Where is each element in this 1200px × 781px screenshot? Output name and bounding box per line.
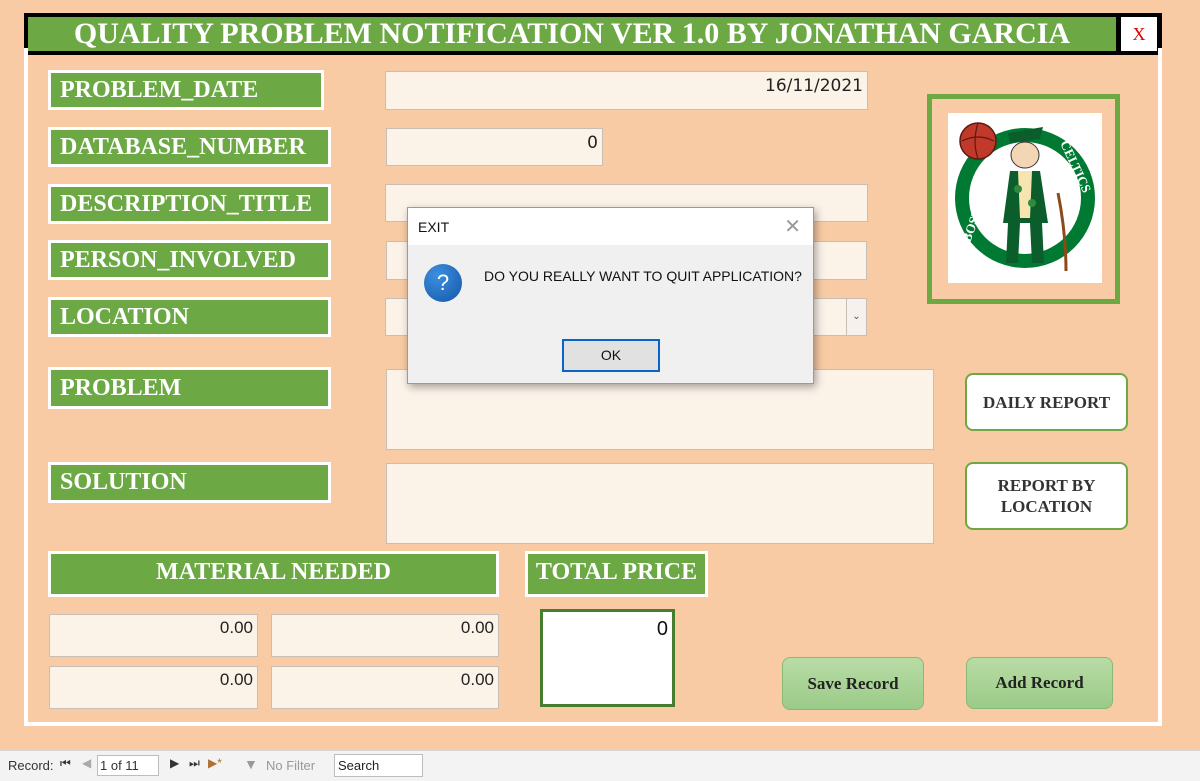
total-price-field[interactable]: 0 <box>540 609 675 707</box>
ok-button[interactable]: OK <box>562 339 660 372</box>
person-involved-label: PERSON_INVOLVED <box>48 240 331 280</box>
solution-label: SOLUTION <box>48 462 331 503</box>
material-field-4[interactable]: 0.00 <box>271 666 499 709</box>
save-record-button[interactable]: Save Record <box>782 657 924 710</box>
problem-date-label: PROBLEM_DATE <box>48 70 324 110</box>
no-filter-indicator[interactable]: No Filter <box>266 758 315 773</box>
material-field-2[interactable]: 0.00 <box>271 614 499 657</box>
material-needed-label: MATERIAL NEEDED <box>48 551 499 597</box>
report-by-location-button[interactable]: REPORT BY LOCATION <box>965 462 1128 530</box>
dialog-close-icon[interactable]: ✕ <box>784 214 801 239</box>
dialog-titlebar: EXIT ✕ <box>408 208 813 245</box>
material-field-1[interactable]: 0.00 <box>49 614 258 657</box>
record-label: Record: <box>8 758 54 773</box>
location-label: LOCATION <box>48 297 331 337</box>
new-record-icon[interactable]: ▶* <box>208 756 222 770</box>
total-price-label: TOTAL PRICE <box>525 551 708 597</box>
database-number-field[interactable]: 0 <box>386 128 603 166</box>
question-icon: ? <box>424 264 462 302</box>
next-record-icon[interactable]: ▶ <box>170 756 179 770</box>
record-position-input[interactable]: 1 of 11 <box>97 755 159 776</box>
celtics-logo: BOSTON CELTICS <box>948 113 1102 283</box>
exit-dialog: EXIT ✕ ? DO YOU REALLY WANT TO QUIT APPL… <box>407 207 814 384</box>
last-record-icon[interactable]: ⏭ <box>189 756 200 771</box>
dialog-message: DO YOU REALLY WANT TO QUIT APPLICATION? <box>484 268 802 284</box>
problem-label: PROBLEM <box>48 367 331 409</box>
daily-report-button[interactable]: DAILY REPORT <box>965 373 1128 431</box>
solution-field[interactable] <box>386 463 934 544</box>
add-record-button[interactable]: Add Record <box>966 657 1113 709</box>
description-title-label: DESCRIPTION_TITLE <box>48 184 331 224</box>
close-form-button[interactable]: X <box>1121 17 1157 51</box>
database-number-label: DATABASE_NUMBER <box>48 127 331 167</box>
previous-record-icon[interactable]: ◀ <box>82 756 91 770</box>
filter-icon: ▼ <box>244 756 258 772</box>
logo-frame: BOSTON CELTICS <box>927 94 1120 304</box>
record-navigation-bar: Record: ⏮ ◀ 1 of 11 ▶ ⏭ ▶* ▼ No Filter S… <box>0 750 1200 781</box>
first-record-icon[interactable]: ⏮ <box>60 756 71 771</box>
material-field-3[interactable]: 0.00 <box>49 666 258 709</box>
search-input[interactable]: Search <box>334 754 423 777</box>
chevron-down-icon[interactable]: ⌄ <box>846 299 866 335</box>
problem-date-field[interactable]: 16/11/2021 <box>385 71 868 110</box>
app-title: QUALITY PROBLEM NOTIFICATION VER 1.0 BY … <box>28 17 1116 51</box>
dialog-title: EXIT <box>418 219 450 235</box>
